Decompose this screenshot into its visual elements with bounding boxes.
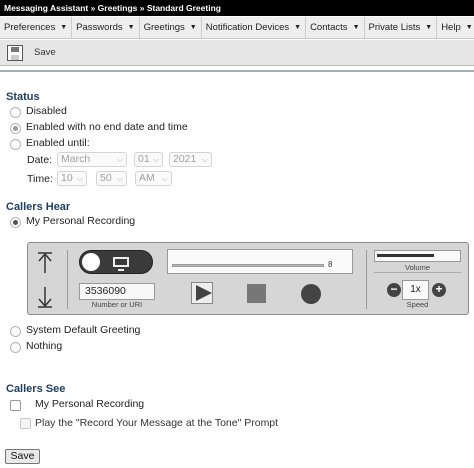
callers-hear-nothing-label: Nothing: [26, 340, 63, 352]
record-prompt-label: Play the "Record Your Message at the Ton…: [35, 417, 279, 429]
number-or-uri-caption: Number or URI: [91, 300, 143, 309]
select-value: 2021: [173, 153, 197, 165]
chevron-down-icon: ⌵: [161, 174, 168, 183]
progress-track[interactable]: [172, 264, 324, 267]
device-toggle[interactable]: [79, 250, 153, 274]
menu-label: Passwords: [76, 21, 123, 33]
arrow-down-icon[interactable]: [36, 286, 54, 308]
caret-down-icon: ▼: [294, 23, 302, 31]
menu-label: Private Lists: [368, 21, 421, 33]
volume-caption: Volume: [404, 263, 431, 272]
status-enabled-until-radio[interactable]: [10, 139, 21, 150]
chevron-down-icon: ⌵: [116, 155, 123, 164]
player-separator: [67, 250, 68, 309]
toggle-knob: [82, 253, 100, 271]
chevron-down-icon: ⌵: [116, 174, 123, 183]
caret-down-icon: ▼: [352, 23, 360, 31]
menu-label: Help: [441, 21, 461, 33]
select-value: 01: [138, 153, 150, 165]
stop-button[interactable]: [247, 284, 266, 303]
number-or-uri-field[interactable]: 3536090: [79, 283, 155, 300]
playback-progress: 8: [167, 249, 353, 274]
player-separator: [366, 250, 367, 309]
divider: [374, 272, 461, 273]
status-enabled-label: Enabled with no end date and time: [26, 121, 188, 133]
time-ampm-select[interactable]: AM ⌵: [135, 171, 172, 186]
menu-greetings[interactable]: Greetings ▼: [140, 16, 202, 39]
date-month-select[interactable]: March ⌵: [57, 152, 127, 167]
status-disabled-label: Disabled: [26, 105, 67, 117]
menu-private-lists[interactable]: Private Lists ▼: [365, 16, 438, 39]
menu-label: Greetings: [143, 21, 185, 33]
select-value: 50: [100, 172, 112, 184]
menu-notification-devices[interactable]: Notification Devices ▼: [202, 16, 307, 39]
status-enabled-until-label: Enabled until:: [26, 137, 90, 149]
speed-caption: Speed: [406, 300, 429, 309]
time-label: Time:: [27, 173, 53, 185]
callers-see-personal-checkbox[interactable]: [10, 400, 21, 411]
title-bar: Messaging Assistant » Greetings » Standa…: [0, 0, 474, 16]
caret-down-icon: ▼: [465, 23, 473, 31]
chevron-down-icon: ⌵: [152, 155, 159, 164]
chevron-down-icon: ⌵: [76, 174, 83, 183]
status-enabled-radio[interactable]: [10, 123, 21, 134]
date-label: Date:: [27, 154, 53, 166]
save-button[interactable]: Save: [5, 449, 40, 464]
select-value: AM: [139, 172, 155, 184]
menu-label: Preferences: [4, 21, 56, 33]
toolbar-save-button[interactable]: Save: [34, 47, 56, 58]
callers-hear-personal-radio[interactable]: [10, 217, 21, 228]
time-hour-select[interactable]: 10 ⌵: [57, 171, 87, 186]
caret-down-icon: ▼: [189, 23, 197, 31]
volume-slider[interactable]: [374, 250, 461, 262]
date-year-select[interactable]: 2021 ⌵: [169, 152, 212, 167]
speed-increase-button[interactable]: +: [432, 283, 446, 297]
callers-hear-system-default-radio[interactable]: [10, 326, 21, 337]
callers-hear-nothing-radio[interactable]: [10, 342, 21, 353]
chevron-down-icon: ⌵: [201, 155, 208, 164]
time-minute-select[interactable]: 50 ⌵: [96, 171, 127, 186]
menu-help[interactable]: Help ▼: [437, 17, 474, 39]
record-prompt-checkbox[interactable]: [20, 418, 31, 429]
arrow-up-icon[interactable]: [36, 252, 54, 274]
toolbar: Save: [0, 40, 474, 66]
menu-contacts[interactable]: Contacts ▼: [306, 16, 365, 39]
menu-label: Contacts: [310, 21, 348, 33]
callers-see-personal-label: My Personal Recording: [35, 398, 145, 410]
divider: [0, 70, 474, 72]
callers-hear-system-default-label: System Default Greeting: [26, 324, 141, 336]
speed-value: 1x: [402, 280, 429, 300]
volume-fill: [377, 254, 434, 257]
menu-preferences[interactable]: Preferences ▼: [0, 16, 73, 39]
menu-label: Notification Devices: [205, 21, 290, 33]
callers-hear-personal-label: My Personal Recording: [26, 215, 136, 227]
menu-passwords[interactable]: Passwords ▼: [72, 16, 140, 39]
status-heading: Status: [6, 91, 40, 103]
status-disabled-radio[interactable]: [10, 107, 21, 118]
duration-label: 8: [328, 260, 333, 269]
select-value: March: [61, 153, 91, 165]
save-icon[interactable]: [7, 44, 23, 61]
date-day-select[interactable]: 01 ⌵: [134, 152, 163, 167]
callers-hear-heading: Callers Hear: [6, 201, 71, 213]
select-value: 10: [61, 172, 73, 184]
menu-bar: Preferences ▼ Passwords ▼ Greetings ▼ Notif…: [0, 16, 474, 39]
record-button[interactable]: [301, 284, 321, 304]
recording-player: 3536090 Number or URI 8 Volume − 1x + Sp…: [27, 242, 469, 315]
caret-down-icon: ▼: [127, 23, 135, 31]
speed-decrease-button[interactable]: −: [387, 283, 401, 297]
computer-icon: [113, 257, 129, 271]
callers-see-heading: Callers See: [6, 383, 66, 395]
caret-down-icon: ▼: [425, 23, 433, 31]
play-button[interactable]: [191, 282, 213, 304]
caret-down-icon: ▼: [60, 23, 68, 31]
